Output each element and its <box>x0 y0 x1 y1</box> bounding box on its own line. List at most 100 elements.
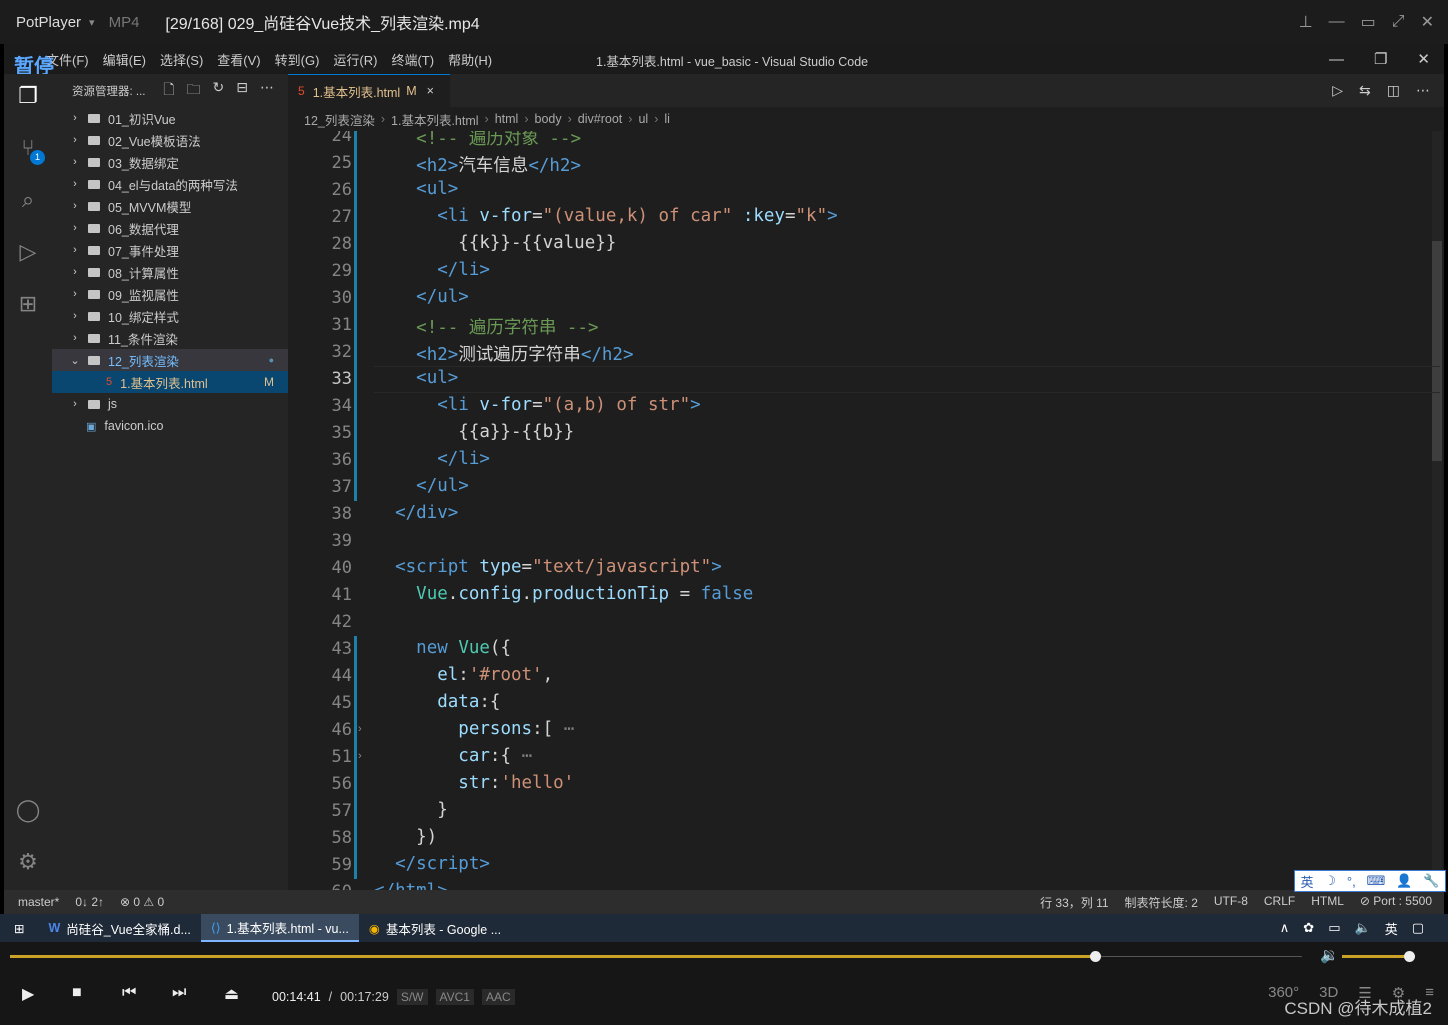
tree-folder[interactable]: › 03_数据绑定 <box>52 151 288 173</box>
tree-folder[interactable]: › 01_初识Vue <box>52 107 288 129</box>
seek-bar-remaining[interactable] <box>1095 956 1302 957</box>
code-line[interactable]: <li v-for="(a,b) of str"> <box>374 395 700 415</box>
notification-icon[interactable]: ▢ <box>1412 920 1424 936</box>
volume-handle[interactable] <box>1404 951 1415 962</box>
code-line[interactable]: <ul> <box>374 368 458 388</box>
code-line[interactable]: </div> <box>374 503 458 523</box>
live-server-port[interactable]: ⊘ Port : 5500 <box>1360 894 1432 911</box>
editor-scrollbar[interactable] <box>1432 131 1442 890</box>
more-icon[interactable]: ⋯ <box>260 79 274 103</box>
menu-go[interactable]: 转到(G) <box>275 50 320 69</box>
search-icon[interactable]: ⌕ <box>14 186 42 214</box>
tag-subtitle[interactable]: S/W <box>396 989 428 1005</box>
breadcrumb-item[interactable]: html <box>495 112 519 126</box>
player-brand[interactable]: PotPlayer <box>16 14 81 31</box>
code-line[interactable]: <!-- 遍历字符串 --> <box>374 314 598 339</box>
tab-close-icon[interactable]: × <box>427 84 434 98</box>
tree-folder[interactable]: › 08_计算属性 <box>52 261 288 283</box>
code-line[interactable]: <script type="text/javascript"> <box>374 557 722 577</box>
fold-chevron-icon[interactable]: › <box>358 723 362 735</box>
code-line[interactable]: <h2>测试遍历字符串</h2> <box>374 341 633 366</box>
minimize-icon[interactable]: — <box>1329 51 1344 68</box>
volume-icon[interactable]: 🔉 <box>1320 946 1339 964</box>
code-editor[interactable]: 24 <!-- 遍历对象 --> 25 <h2>汽车信息</h2> 26 <ul> 2… <box>288 131 1444 890</box>
close-icon[interactable]: ✕ <box>1417 50 1430 68</box>
windows-start-icon[interactable]: ⊞ <box>0 914 38 942</box>
code-line[interactable]: </html> <box>374 881 448 890</box>
code-line[interactable]: <li v-for="(value,k) of car" :key="k"> <box>374 206 837 226</box>
breadcrumb-item[interactable]: body <box>535 112 562 126</box>
menu-help[interactable]: 帮助(H) <box>448 50 492 69</box>
breadcrumb-item[interactable]: li <box>664 112 670 126</box>
gear-icon[interactable]: ⚙ <box>14 848 42 876</box>
stop-icon[interactable]: ■ <box>72 984 82 1002</box>
menu-edit[interactable]: 编辑(E) <box>103 50 146 69</box>
menu-terminal[interactable]: 终端(T) <box>391 50 434 69</box>
more-icon[interactable]: ⋯ <box>1416 82 1430 99</box>
punct-icon[interactable]: °, <box>1347 874 1356 889</box>
tree-folder[interactable]: › 10_绑定样式 <box>52 305 288 327</box>
cursor-position[interactable]: 行 33，列 11 <box>1040 894 1108 911</box>
keyboard-icon[interactable]: ⌨ <box>1367 873 1386 889</box>
code-line[interactable]: new Vue({ <box>374 638 511 658</box>
next-icon[interactable]: ⏭ <box>172 984 186 1002</box>
code-line[interactable]: el:'#root', <box>374 665 553 685</box>
code-line[interactable]: <!-- 遍历对象 --> <box>374 131 581 150</box>
breadcrumb-item[interactable]: div#root <box>578 112 622 126</box>
tree-folder[interactable]: › 09_监视属性 <box>52 283 288 305</box>
new-file-icon[interactable]: 🗋 <box>163 79 174 103</box>
wrench-icon[interactable]: 🔧 <box>1423 873 1439 889</box>
explorer-icon[interactable]: ❐ <box>14 82 42 110</box>
taskbar-item-vscode[interactable]: ⟨⟩ 1.基本列表.html - vu... <box>200 914 359 942</box>
network-icon[interactable]: ▭ <box>1328 920 1340 936</box>
code-line[interactable]: car:{ ⋯ <box>374 746 532 766</box>
compare-icon[interactable]: ⇆ <box>1359 82 1371 99</box>
code-line[interactable]: </script> <box>374 854 490 874</box>
pin-icon[interactable]: ⊥ <box>1299 12 1313 32</box>
volume-bar[interactable] <box>1342 955 1409 958</box>
problems-status[interactable]: ⊗ 0 ⚠ 0 <box>120 895 164 909</box>
line-ending[interactable]: CRLF <box>1264 894 1295 911</box>
code-line[interactable]: <h2>汽车信息</h2> <box>374 152 581 177</box>
moon-icon[interactable]: ☽ <box>1324 873 1336 889</box>
branch-status[interactable]: master* <box>18 895 59 909</box>
encoding[interactable]: UTF-8 <box>1214 894 1248 911</box>
previous-icon[interactable]: ⏮ <box>122 984 136 1002</box>
collapse-all-icon[interactable]: ⊟ <box>236 79 248 103</box>
breadcrumb-item[interactable]: 1.基本列表.html <box>391 110 479 129</box>
tree-folder[interactable]: › js <box>52 393 288 415</box>
tag-audio-codec[interactable]: AAC <box>481 989 515 1005</box>
code-line[interactable]: persons:[ ⋯ <box>374 719 574 739</box>
menu-view[interactable]: 查看(V) <box>217 50 260 69</box>
code-line[interactable]: </ul> <box>374 287 469 307</box>
run-icon[interactable]: ▷ <box>1332 82 1343 99</box>
restore-icon[interactable]: ❐ <box>1374 50 1387 68</box>
menu-run[interactable]: 运行(R) <box>333 50 377 69</box>
eject-icon[interactable]: ⏏ <box>224 984 239 1004</box>
chevron-down-icon[interactable]: ▾ <box>89 16 95 29</box>
fold-chevron-icon[interactable]: › <box>358 750 362 762</box>
tray-app-icon[interactable]: ✿ <box>1303 920 1314 936</box>
tray-lang[interactable]: 英 <box>1385 919 1398 938</box>
tree-folder[interactable]: ⌄ 12_列表渲染 ● <box>52 349 288 371</box>
close-icon[interactable]: ✕ <box>1421 12 1434 32</box>
language-mode[interactable]: HTML <box>1311 894 1344 911</box>
new-folder-icon[interactable]: 🗀 <box>187 79 201 103</box>
code-line[interactable]: </li> <box>374 260 490 280</box>
taskbar-item-word[interactable]: W 尚硅谷_Vue全家桶.d... <box>38 914 200 942</box>
code-line[interactable]: }) <box>374 827 437 847</box>
extensions-icon[interactable]: ⊞ <box>14 290 42 318</box>
tray-expand-icon[interactable]: ∧ <box>1280 920 1290 936</box>
tree-file[interactable]: ▣ favicon.ico <box>52 415 288 437</box>
code-line[interactable]: Vue.config.productionTip = false <box>374 584 753 604</box>
breadcrumb-item[interactable]: 12_列表渲染 <box>304 110 375 129</box>
code-line[interactable]: <ul> <box>374 179 458 199</box>
tree-folder[interactable]: › 02_Vue模板语法 <box>52 129 288 151</box>
run-debug-icon[interactable]: ▷ <box>14 238 42 266</box>
play-icon[interactable]: ▶ <box>22 984 34 1004</box>
tree-file[interactable]: 5 1.基本列表.html M <box>52 371 288 393</box>
tree-folder[interactable]: › 06_数据代理 <box>52 217 288 239</box>
tab-basic-list[interactable]: 5 1.基本列表.html M × <box>288 74 450 107</box>
ime-lang[interactable]: 英 <box>1300 872 1313 891</box>
code-line[interactable]: {{a}}-{{b}} <box>374 422 574 442</box>
